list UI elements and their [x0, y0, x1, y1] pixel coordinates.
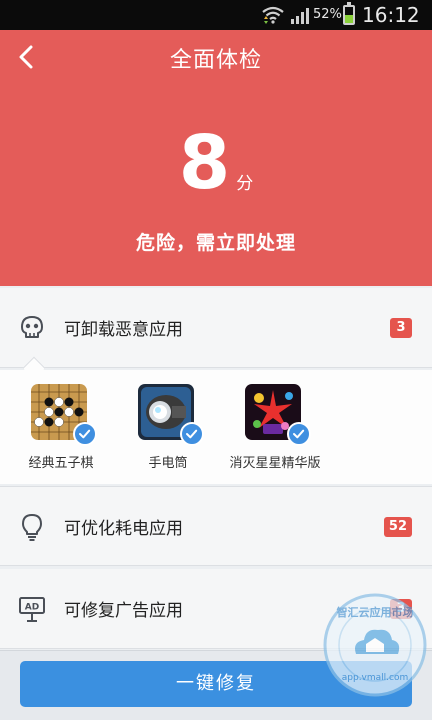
danger-status: 危险，需立即处理 [135, 232, 296, 254]
section-label: 可优化耗电应用 [64, 519, 183, 539]
ad-sign-icon: AD [19, 597, 45, 622]
score-value: 8 [178, 120, 231, 206]
svg-text:AD: AD [25, 603, 39, 613]
section-label: 可修复广告应用 [64, 601, 183, 621]
score-unit: 分 [236, 174, 254, 194]
wifi-icon [262, 6, 284, 24]
svg-text:app.vmall.com: app.vmall.com [342, 673, 409, 683]
score-header: 全面体检 8分 危险，需立即处理 [0, 30, 432, 286]
battery-percentage: 52% [313, 7, 342, 22]
count-badge: 52 [383, 517, 412, 537]
app-item[interactable]: 消灭星星精华版 [220, 384, 330, 471]
clock: 16:12 [362, 3, 420, 27]
svg-text:智汇云应用市场: 智汇云应用市场 [337, 605, 414, 619]
section-malicious-apps[interactable]: 可卸载恶意应用 3 [0, 288, 432, 380]
section-power-apps[interactable]: 可优化耗电应用 52 [0, 486, 432, 566]
lightbulb-icon [22, 514, 42, 541]
signal-icon [291, 8, 309, 24]
watermark-logo: 智汇云应用市场 app.vmall.com [323, 593, 427, 697]
check-icon [287, 422, 311, 446]
app-name: 消灭星星精华版 [229, 456, 321, 471]
check-icon [73, 422, 97, 446]
app-name: 经典五子棋 [28, 456, 94, 471]
status-bar: 52% 16:12 [0, 0, 432, 30]
section-label: 可卸载恶意应用 [64, 320, 183, 340]
app-item[interactable]: 手电筒 [113, 384, 223, 471]
page-title: 全面体检 [169, 48, 262, 73]
app-name: 手电筒 [148, 456, 188, 471]
skull-icon [21, 316, 43, 338]
count-badge: 3 [390, 318, 412, 338]
battery-icon [343, 2, 355, 25]
health-score: 8分 [0, 126, 432, 200]
malicious-app-list: 经典五子棋 手电筒 消灭星星精华版 [0, 370, 432, 484]
app-item[interactable]: 经典五子棋 [6, 384, 116, 471]
check-icon [180, 422, 204, 446]
